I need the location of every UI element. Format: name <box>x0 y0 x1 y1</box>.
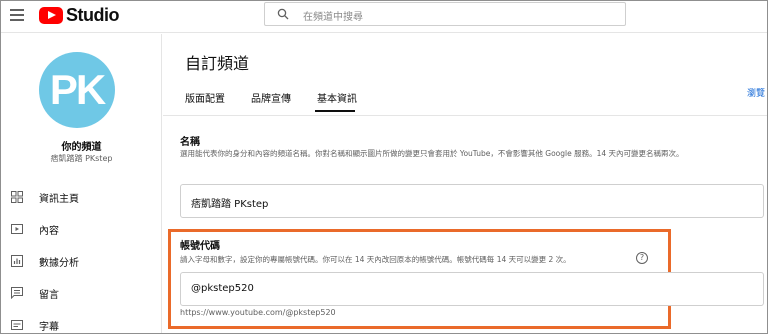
content-icon <box>11 224 23 234</box>
main-content: 自訂頻道 版面配置 品牌宣傳 基本資訊 瀏覽 名稱 選用能代表你的身分和內容的頻… <box>163 34 767 333</box>
search-icon <box>277 8 289 20</box>
avatar[interactable]: PK <box>39 52 115 128</box>
sidebar: PK 你的頻道 痞凱踏踏 PKstep 資訊主頁 內容 數據分析 留言 字幕 <box>1 34 162 333</box>
sidebar-item-label: 數據分析 <box>39 258 79 269</box>
studio-window: Studio 在頻道中搜尋 PK 你的頻道 痞凱踏踏 PKstep 資訊主頁 內… <box>0 0 768 334</box>
your-channel-label: 你的頻道 <box>61 142 102 153</box>
sidebar-item-label: 資訊主頁 <box>39 194 79 205</box>
logo-text: Studio <box>66 4 120 25</box>
top-bar: Studio 在頻道中搜尋 <box>1 1 767 33</box>
sidebar-item-label: 留言 <box>39 290 59 301</box>
tabs-divider <box>163 115 767 116</box>
tab-branding[interactable]: 品牌宣傳 <box>251 90 291 105</box>
handle-section-description: 請入字母和數字，設定你的專屬帳號代碼。你可以在 14 天內改回原本的帳號代碼。帳… <box>180 255 571 264</box>
page-title: 自訂頻道 <box>185 54 250 73</box>
channel-name-field[interactable]: 痞凱踏踏 PKstep <box>180 184 764 218</box>
name-section-description: 選用能代表你的身分和內容的頻道名稱。你對名稱和顯示圖片所做的變更只會套用於 Yo… <box>180 149 684 158</box>
sidebar-item-comments[interactable]: 留言 <box>1 277 161 309</box>
active-tab-indicator <box>315 110 355 112</box>
search-placeholder: 在頻道中搜尋 <box>303 12 363 23</box>
youtube-studio-logo[interactable]: Studio <box>39 4 120 25</box>
name-section-label: 名稱 <box>180 137 200 148</box>
sidebar-item-dashboard[interactable]: 資訊主頁 <box>1 181 161 213</box>
avatar-logo-text: PK <box>49 66 106 113</box>
channel-name: 痞凱踏踏 PKstep <box>50 154 113 163</box>
channel-name-value: 痞凱踏踏 PKstep <box>191 199 269 210</box>
youtube-play-icon <box>39 6 63 24</box>
hamburger-menu-icon[interactable] <box>10 9 24 21</box>
view-channel-link[interactable]: 瀏覽 <box>747 86 765 99</box>
sidebar-item-analytics[interactable]: 數據分析 <box>1 245 161 277</box>
sidebar-item-content[interactable]: 內容 <box>1 213 161 245</box>
help-icon[interactable]: ? <box>636 252 648 264</box>
sidebar-item-subtitles[interactable]: 字幕 <box>1 309 161 333</box>
handle-url: https://www.youtube.com/@pkstep520 <box>180 308 336 317</box>
handle-section-label: 帳號代碼 <box>180 241 220 252</box>
sidebar-item-label: 內容 <box>39 226 59 237</box>
comments-icon <box>11 287 23 299</box>
tab-layout[interactable]: 版面配置 <box>185 90 225 105</box>
search-input[interactable]: 在頻道中搜尋 <box>264 2 626 26</box>
subtitles-icon <box>11 320 23 330</box>
handle-value: @pkstep520 <box>191 283 254 294</box>
sidebar-nav: 資訊主頁 內容 數據分析 留言 字幕 <box>1 181 161 333</box>
sidebar-item-label: 字幕 <box>39 322 59 333</box>
dashboard-icon <box>11 191 23 203</box>
analytics-icon <box>11 255 23 267</box>
tab-basic-info[interactable]: 基本資訊 <box>317 90 357 105</box>
handle-field[interactable]: @pkstep520 <box>180 272 764 306</box>
